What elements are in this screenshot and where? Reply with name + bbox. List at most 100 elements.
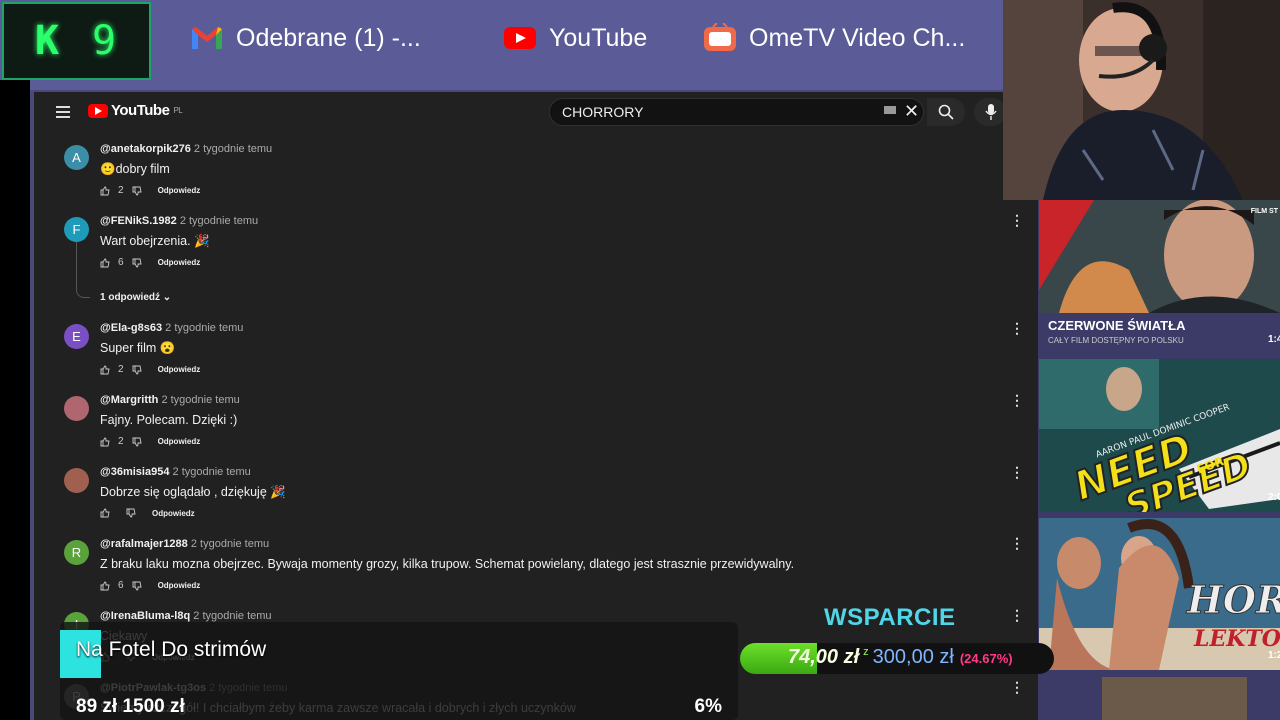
k-logo: K bbox=[28, 19, 66, 63]
donation-goal-panel: Na Fotel Do strimów 89 zł 1500 zł 6% bbox=[60, 622, 738, 720]
avatar[interactable]: A bbox=[64, 145, 89, 170]
svg-text:LEKTOR: LEKTOR bbox=[1193, 626, 1280, 652]
comment-author[interactable]: @Margritth bbox=[100, 394, 158, 406]
tab-label: YouTube bbox=[549, 23, 648, 52]
dislike-icon[interactable] bbox=[132, 186, 142, 196]
goal-percent: 6% bbox=[694, 696, 722, 717]
comment-header: @anetakorpik276 2 tygodnie temu bbox=[100, 143, 272, 155]
reply-button[interactable]: Odpowiedz bbox=[158, 437, 201, 446]
tab-ometv[interactable]: OmeTV Video Ch... bbox=[703, 20, 965, 56]
like-icon[interactable] bbox=[100, 365, 110, 375]
comment-text: Dobrze się oglądało , dziękuję 🎉 bbox=[100, 485, 286, 499]
channel-badge: FILM ST bbox=[1250, 208, 1278, 215]
more-actions-icon[interactable]: ⋮ bbox=[1010, 607, 1024, 624]
comment-author[interactable]: @IrenaBluma-l8q bbox=[100, 610, 190, 622]
region-code: PL bbox=[173, 106, 183, 115]
dislike-icon[interactable] bbox=[132, 581, 142, 591]
related-thumbnail[interactable] bbox=[1102, 677, 1247, 720]
support-of: z bbox=[863, 646, 869, 659]
more-actions-icon[interactable]: ⋮ bbox=[1010, 464, 1024, 481]
k9-overlay-badge: K 9 bbox=[2, 2, 151, 80]
keyboard-icon[interactable] bbox=[884, 106, 896, 114]
reply-button[interactable]: Odpowiedz bbox=[158, 258, 201, 267]
show-replies-button[interactable]: 1 odpowiedź ⌄ bbox=[100, 292, 171, 303]
ometv-icon bbox=[703, 23, 737, 51]
more-actions-icon[interactable]: ⋮ bbox=[1010, 392, 1024, 409]
avatar[interactable]: F bbox=[64, 217, 89, 242]
reply-button[interactable]: Odpowiedz bbox=[152, 509, 195, 518]
webcam-feed bbox=[1003, 0, 1280, 200]
comment-header: @rafalmajer1288 2 tygodnie temu bbox=[100, 538, 269, 550]
related-thumbnail[interactable]: NEED SPEED FOR AARON PAUL DOMINIC COOPER bbox=[1039, 359, 1280, 512]
more-actions-icon[interactable]: ⋮ bbox=[1010, 320, 1024, 337]
svg-text:HORRO: HORRO bbox=[1186, 577, 1280, 622]
more-actions-icon[interactable]: ⋮ bbox=[1010, 212, 1024, 229]
like-icon[interactable] bbox=[100, 258, 110, 268]
support-percent: (24.67%) bbox=[959, 651, 1013, 666]
like-count: 2 bbox=[118, 436, 124, 447]
tab-label: OmeTV Video Ch... bbox=[749, 23, 966, 52]
reply-button[interactable]: Odpowiedz bbox=[158, 186, 201, 195]
youtube-icon bbox=[503, 25, 537, 51]
comment-time: 2 tygodnie temu bbox=[172, 466, 251, 478]
logo-text: YouTube bbox=[111, 102, 170, 119]
avatar[interactable] bbox=[64, 396, 89, 421]
dislike-icon[interactable] bbox=[132, 258, 142, 268]
comment-text: 🙂dobry film bbox=[100, 162, 170, 176]
support-progress-bar: 74,00 zł z 300,00 zł (24.67%) bbox=[740, 643, 1054, 674]
comment-text: Wart obejrzenia. 🎉 bbox=[100, 234, 210, 248]
like-icon[interactable] bbox=[100, 508, 110, 518]
like-count: 2 bbox=[118, 185, 124, 196]
video-duration: 1:4 bbox=[1268, 334, 1280, 345]
gmail-icon bbox=[190, 25, 224, 51]
video-duration: 2:0 bbox=[1268, 492, 1280, 503]
like-count: 6 bbox=[118, 580, 124, 591]
comment-actions: 2 Odpowiedz bbox=[100, 185, 200, 196]
search-input[interactable]: CHORRORY bbox=[549, 98, 924, 126]
reply-button[interactable]: Odpowiedz bbox=[158, 365, 201, 374]
avatar[interactable]: E bbox=[64, 324, 89, 349]
related-thumbnail[interactable]: HORRO LEKTOR bbox=[1039, 518, 1280, 670]
goal-title: Na Fotel Do strimów bbox=[76, 638, 267, 661]
comment-author[interactable]: @FENikS.1982 bbox=[100, 215, 177, 227]
comment-time: 2 tygodnie temu bbox=[190, 538, 270, 550]
tab-gmail[interactable]: Odebrane (1) -... bbox=[190, 20, 421, 56]
nine-logo: 9 bbox=[92, 18, 117, 64]
menu-icon[interactable] bbox=[56, 106, 70, 121]
comment-author[interactable]: @36misia954 bbox=[100, 466, 169, 478]
comment-author[interactable]: @Ela-g8s63 bbox=[100, 322, 162, 334]
like-icon[interactable] bbox=[100, 581, 110, 591]
related-subtitle: CAŁY FILM DOSTĘPNY PO POLSKU bbox=[1048, 336, 1184, 345]
comment-header: @36misia954 2 tygodnie temu bbox=[100, 466, 251, 478]
related-title[interactable]: CZERWONE ŚWIATŁA bbox=[1048, 318, 1185, 333]
youtube-play-icon bbox=[88, 103, 108, 118]
support-goal: 300,00 zł bbox=[872, 646, 954, 668]
comment-text: Super film 😮 bbox=[100, 341, 176, 355]
youtube-logo[interactable]: YouTube PL bbox=[88, 102, 183, 119]
like-icon[interactable] bbox=[100, 437, 110, 447]
dislike-icon[interactable] bbox=[132, 365, 142, 375]
comment-actions: 6 Odpowiedz bbox=[100, 580, 200, 591]
comment-actions: 6 Odpowiedz bbox=[100, 257, 200, 268]
reply-button[interactable]: Odpowiedz bbox=[158, 581, 201, 590]
comment-header: @Ela-g8s63 2 tygodnie temu bbox=[100, 322, 243, 334]
comment-time: 2 tygodnie temu bbox=[165, 322, 244, 334]
replies-label: 1 odpowiedź bbox=[100, 292, 160, 303]
comment-author[interactable]: @rafalmajer1288 bbox=[100, 538, 188, 550]
comment-time: 2 tygodnie temu bbox=[179, 215, 259, 227]
related-thumbnail[interactable]: FILM ST bbox=[1039, 200, 1280, 313]
comment-author[interactable]: @anetakorpik276 bbox=[100, 143, 191, 155]
search-button[interactable] bbox=[927, 98, 965, 126]
more-actions-icon[interactable]: ⋮ bbox=[1010, 679, 1024, 696]
avatar[interactable] bbox=[64, 468, 89, 493]
comment-actions: 2 Odpowiedz bbox=[100, 436, 200, 447]
close-icon[interactable]: ✕ bbox=[904, 101, 919, 122]
dislike-icon[interactable] bbox=[132, 437, 142, 447]
voice-search-button[interactable] bbox=[974, 98, 1006, 126]
more-actions-icon[interactable]: ⋮ bbox=[1010, 535, 1024, 552]
dislike-icon[interactable] bbox=[126, 508, 136, 518]
like-icon[interactable] bbox=[100, 186, 110, 196]
avatar[interactable]: R bbox=[64, 540, 89, 565]
tab-youtube[interactable]: YouTube bbox=[503, 20, 647, 56]
search-icon bbox=[938, 104, 954, 120]
